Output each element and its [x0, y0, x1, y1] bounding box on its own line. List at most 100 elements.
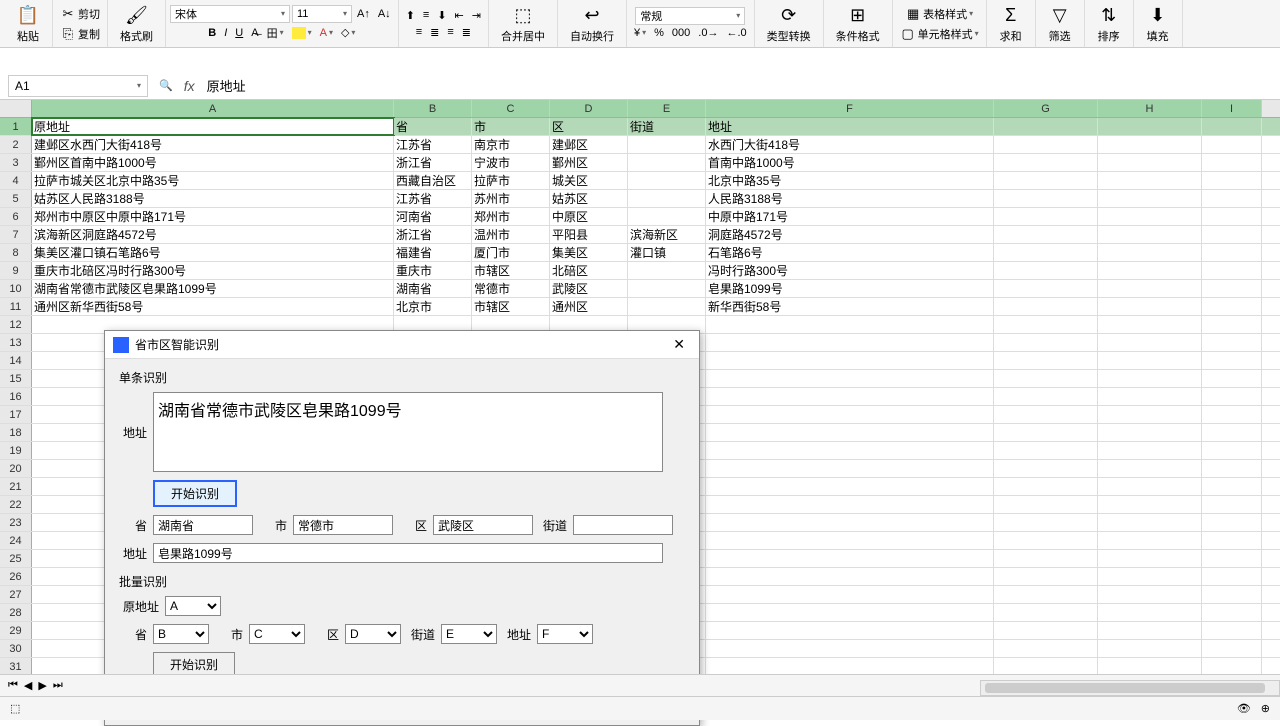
cell[interactable]: 城关区 [550, 172, 628, 189]
cell[interactable]: 江苏省 [394, 136, 472, 153]
cell[interactable] [1202, 244, 1262, 261]
cell[interactable] [1098, 460, 1202, 477]
cell[interactable] [1202, 478, 1262, 495]
cell[interactable] [1202, 262, 1262, 279]
row-header[interactable]: 6 [0, 208, 32, 225]
cell[interactable] [1098, 496, 1202, 513]
city-input[interactable] [293, 515, 393, 535]
cell[interactable] [1202, 604, 1262, 621]
cell[interactable] [1202, 424, 1262, 441]
cell[interactable] [706, 496, 994, 513]
cell[interactable] [1202, 406, 1262, 423]
formula-input[interactable] [203, 75, 1272, 97]
cell[interactable]: 省 [394, 118, 472, 135]
cell[interactable] [994, 334, 1098, 351]
tab-nav-next[interactable]: ▶ [38, 679, 46, 692]
cell[interactable] [1098, 658, 1202, 675]
cut-button[interactable]: ✂剪切 [57, 4, 103, 24]
row-header[interactable]: 13 [0, 334, 32, 351]
cell[interactable]: 冯时行路300号 [706, 262, 994, 279]
cell[interactable] [706, 478, 994, 495]
cell[interactable] [994, 424, 1098, 441]
cell[interactable] [1202, 208, 1262, 225]
row-header[interactable]: 20 [0, 460, 32, 477]
decrease-decimal-button[interactable]: ←.0 [723, 25, 749, 41]
cell[interactable] [1202, 658, 1262, 675]
cell[interactable]: 姑苏区人民路3188号 [32, 190, 394, 207]
cell[interactable]: 郑州市 [472, 208, 550, 225]
cell[interactable]: 中原中路171号 [706, 208, 994, 225]
row-header[interactable]: 19 [0, 442, 32, 459]
cell[interactable] [994, 280, 1098, 297]
tab-nav-last[interactable]: ⏭ [53, 679, 63, 692]
table-style-button[interactable]: ▦表格样式▾ [902, 4, 976, 24]
number-format-select[interactable]: 常规▾ [635, 7, 745, 25]
row-header[interactable]: 9 [0, 262, 32, 279]
decrease-font-button[interactable]: A↓ [375, 5, 394, 23]
underline-button[interactable]: U [232, 23, 246, 43]
cell[interactable] [1202, 298, 1262, 315]
font-size-select[interactable]: 11▾ [292, 5, 352, 23]
font-name-select[interactable]: 宋体▾ [170, 5, 290, 23]
cell[interactable] [1202, 190, 1262, 207]
cell[interactable]: 滨海新区 [628, 226, 706, 243]
address-result-input[interactable] [153, 543, 663, 563]
cell[interactable] [706, 352, 994, 369]
start-recognize-button[interactable]: 开始识别 [153, 480, 237, 507]
cell[interactable] [628, 298, 706, 315]
cell[interactable]: 北京中路35号 [706, 172, 994, 189]
col-header-g[interactable]: G [994, 100, 1098, 117]
cell[interactable] [1098, 208, 1202, 225]
cell[interactable]: 灌口镇 [628, 244, 706, 261]
bold-button[interactable]: B [205, 23, 219, 43]
cell[interactable] [706, 442, 994, 459]
row-header[interactable]: 26 [0, 568, 32, 585]
cell[interactable] [1098, 316, 1202, 333]
cell[interactable] [994, 190, 1098, 207]
cell[interactable] [994, 298, 1098, 315]
cell[interactable] [994, 118, 1098, 135]
row-header[interactable]: 28 [0, 604, 32, 621]
cell[interactable] [994, 442, 1098, 459]
strikethrough-button[interactable]: A̶ [248, 23, 261, 43]
row-header[interactable]: 25 [0, 550, 32, 567]
cell[interactable]: 温州市 [472, 226, 550, 243]
row-header[interactable]: 31 [0, 658, 32, 675]
cell[interactable]: 北碚区 [550, 262, 628, 279]
cell[interactable]: 区 [550, 118, 628, 135]
cell[interactable] [994, 496, 1098, 513]
center-icon[interactable]: ⊕ [1261, 702, 1270, 715]
row-header[interactable]: 5 [0, 190, 32, 207]
cell[interactable] [1098, 298, 1202, 315]
cell[interactable]: 石笔路6号 [706, 244, 994, 261]
cell[interactable] [706, 334, 994, 351]
address-textarea[interactable]: 湖南省常德市武陵区皂果路1099号 [153, 392, 663, 472]
cell[interactable] [994, 262, 1098, 279]
row-header[interactable]: 24 [0, 532, 32, 549]
cell[interactable] [1098, 604, 1202, 621]
cell[interactable]: 滨海新区洞庭路4572号 [32, 226, 394, 243]
cell[interactable] [1098, 226, 1202, 243]
cell[interactable]: 宁波市 [472, 154, 550, 171]
scrollbar-thumb[interactable] [985, 683, 1265, 693]
cell[interactable]: 浙江省 [394, 154, 472, 171]
horizontal-scrollbar[interactable] [980, 680, 1280, 696]
cell[interactable]: 集美区 [550, 244, 628, 261]
cell[interactable] [628, 280, 706, 297]
row-header[interactable]: 15 [0, 370, 32, 387]
name-box[interactable]: A1 ▾ [8, 75, 148, 97]
cell[interactable] [1202, 568, 1262, 585]
cell[interactable] [1202, 316, 1262, 333]
cell[interactable] [994, 622, 1098, 639]
col-header-b[interactable]: B [394, 100, 472, 117]
cell[interactable]: 河南省 [394, 208, 472, 225]
cell[interactable] [994, 532, 1098, 549]
cell[interactable] [994, 352, 1098, 369]
cell[interactable] [706, 460, 994, 477]
cell[interactable] [1098, 478, 1202, 495]
cell[interactable] [1202, 352, 1262, 369]
row-header[interactable]: 16 [0, 388, 32, 405]
cell[interactable] [994, 136, 1098, 153]
row-header[interactable]: 8 [0, 244, 32, 261]
row-header[interactable]: 3 [0, 154, 32, 171]
